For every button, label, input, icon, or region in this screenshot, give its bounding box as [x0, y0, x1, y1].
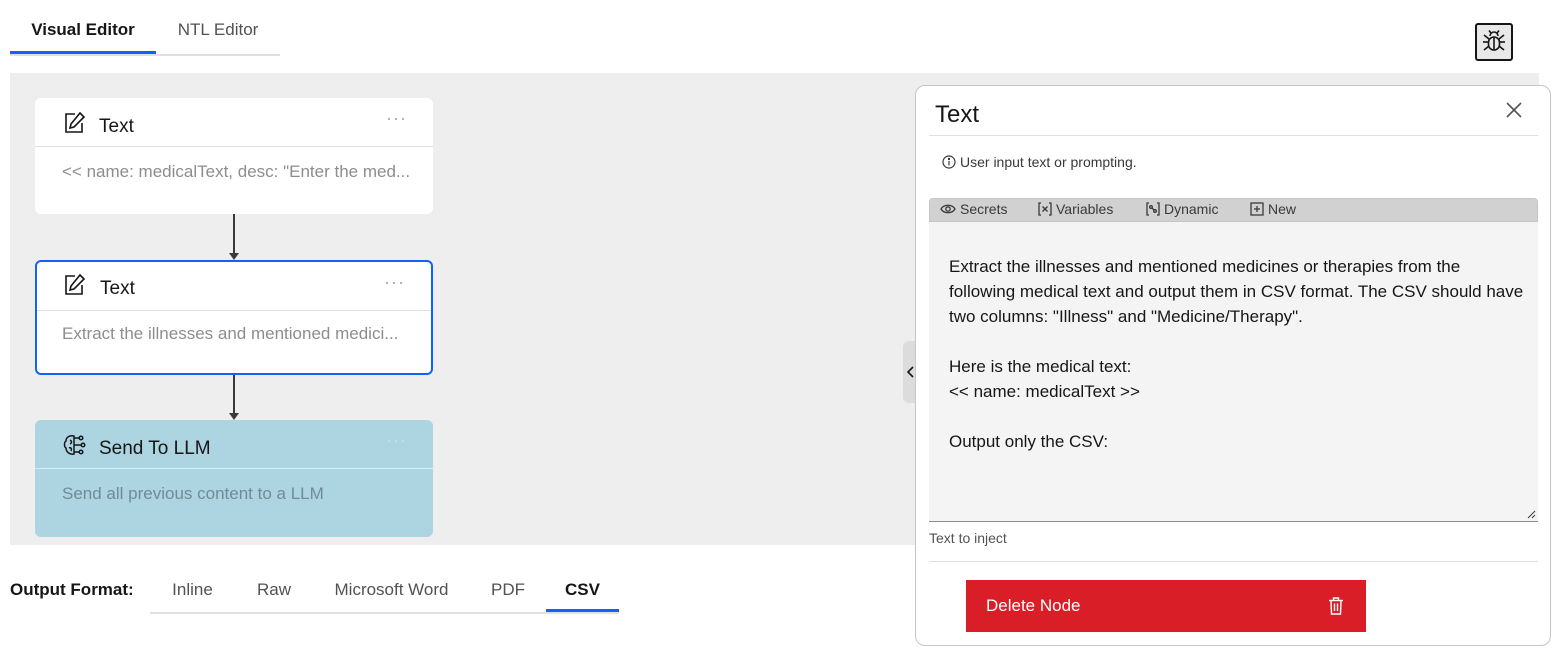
debug-button[interactable] [1475, 23, 1513, 61]
panel-description: User input text or prompting. [942, 154, 1137, 170]
editor-toolbar: Secrets Variables Dynamic New [929, 198, 1538, 222]
send-to-llm-node[interactable]: Send To LLM ··· Send all previous conten… [35, 420, 433, 537]
trash-icon [1329, 597, 1343, 615]
panel-title: Text [935, 101, 980, 128]
node-menu-button[interactable]: ··· [384, 272, 405, 293]
resize-handle-icon[interactable] [1526, 509, 1536, 519]
editor-tabs: Visual Editor NTL Editor [10, 8, 280, 56]
node-preview: << name: medicalText, desc: "Enter the m… [62, 162, 411, 181]
info-icon [942, 155, 956, 169]
new-button[interactable]: New [1250, 201, 1296, 217]
node-menu-button[interactable]: ··· [386, 108, 407, 129]
edit-icon [65, 111, 86, 133]
node-header: Text ··· [37, 262, 431, 311]
secrets-button[interactable]: Secrets [940, 201, 1007, 217]
close-icon[interactable] [1504, 100, 1524, 120]
dynamic-label: Dynamic [1164, 201, 1219, 217]
editor-content[interactable]: Extract the illnesses and mentioned medi… [949, 254, 1524, 454]
text-editor[interactable]: Extract the illnesses and mentioned medi… [929, 222, 1538, 522]
tab-visual-editor[interactable]: Visual Editor [10, 8, 156, 54]
connector-arrow [229, 375, 239, 420]
node-properties-panel: Text User input text or prompting. Secre… [915, 85, 1551, 646]
node-menu-button[interactable]: ··· [386, 430, 407, 451]
brain-icon [63, 435, 86, 455]
variable-icon [1038, 202, 1052, 216]
editor-helper-text: Text to inject [929, 530, 1007, 546]
node-title: Send To LLM [99, 438, 211, 459]
tab-ntl-editor[interactable]: NTL Editor [156, 8, 280, 52]
node-header: Send To LLM ··· [35, 420, 433, 469]
tab-format-inline[interactable]: Inline [150, 570, 235, 610]
edit-icon [65, 273, 86, 295]
tab-format-csv[interactable]: CSV [546, 570, 619, 612]
output-format-tabs: Inline Raw Microsoft Word PDF CSV [150, 570, 619, 614]
connector-arrow [229, 214, 239, 260]
dynamic-icon [1146, 202, 1160, 216]
secrets-label: Secrets [960, 201, 1008, 217]
variables-label: Variables [1056, 201, 1114, 217]
tab-format-word[interactable]: Microsoft Word [313, 570, 470, 610]
eye-icon [940, 204, 956, 214]
delete-node-button[interactable]: Delete Node [966, 580, 1366, 632]
text-node-2[interactable]: Text ··· Extract the illnesses and menti… [35, 260, 433, 375]
divider [929, 561, 1538, 562]
node-preview: Extract the illnesses and mentioned medi… [62, 324, 399, 343]
dynamic-button[interactable]: Dynamic [1146, 201, 1218, 217]
bug-icon [1483, 30, 1505, 51]
tab-format-pdf[interactable]: PDF [470, 570, 546, 610]
new-label: New [1268, 201, 1297, 217]
text-node-1[interactable]: Text ··· << name: medicalText, desc: "En… [35, 98, 433, 214]
variables-button[interactable]: Variables [1038, 201, 1113, 217]
node-title: Text [99, 116, 134, 137]
divider [929, 135, 1538, 136]
delete-node-label: Delete Node [986, 596, 1081, 615]
tab-format-raw[interactable]: Raw [235, 570, 313, 610]
add-icon [1250, 202, 1264, 216]
info-text: User input text or prompting. [960, 154, 1137, 170]
node-preview: Send all previous content to a LLM [62, 484, 324, 503]
node-title: Text [100, 278, 135, 299]
node-header: Text ··· [35, 98, 433, 147]
output-format-label: Output Format: [10, 580, 134, 599]
